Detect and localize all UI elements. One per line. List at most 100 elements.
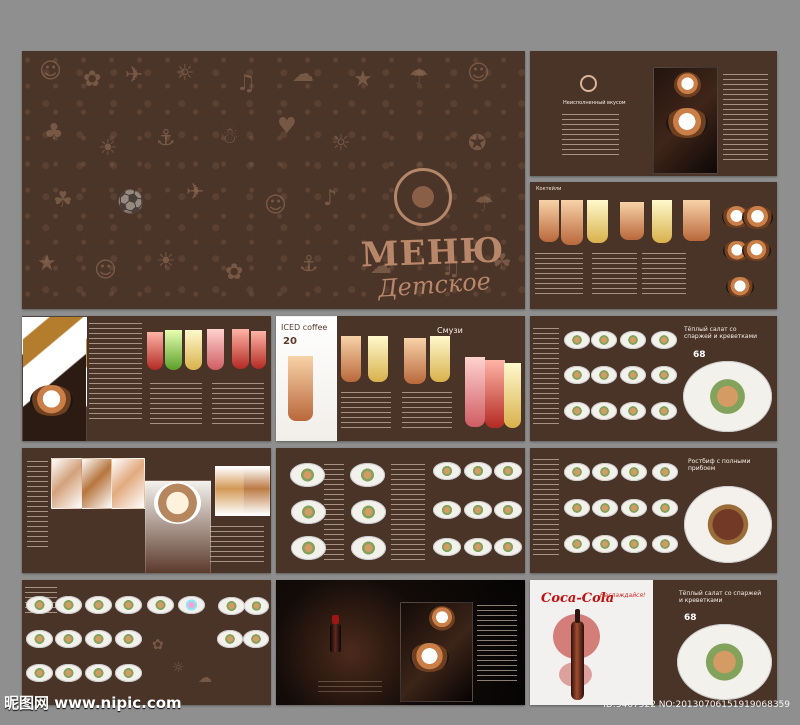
tea-photo [22,316,87,441]
drink-list-left [535,253,583,297]
macaron-plate [178,596,205,614]
cream-drink-photo [652,200,672,243]
burger-photo [215,466,244,516]
salad-plate [591,331,617,349]
dessert-plate [218,597,245,615]
sandwich-list-right [210,526,264,562]
cocktail-photo [251,331,266,369]
cocktail-photo [207,329,224,370]
dessert-plate [243,630,269,648]
meat-plate [564,499,590,517]
soup-plate [290,463,325,487]
tea-juice-spread [22,316,271,441]
dessert-plate [26,630,53,648]
meat-plate [652,535,678,553]
sandwich-list-left [27,461,48,551]
meat-plate [652,499,678,517]
sandwich-photo [81,458,113,509]
espresso-cup-photo [429,606,455,631]
coffee-cup-photo [726,277,754,297]
watermark-id: ID:5467522 NO:20130706151919068359 [603,700,790,710]
doodle-icon: ♣ [44,120,64,145]
salad-spread: Тёплый салат со спаржей и креветками 68 [530,316,777,441]
coffee-cup-photo [666,108,708,138]
meat-plate [564,463,590,481]
doodle-icon: ☀ [156,249,176,274]
doodle-icon: ✿ [225,260,244,285]
dessert-plate [85,596,112,614]
doodle-icon: ☼ [172,660,185,676]
meat-plate [592,463,618,481]
doodle-icon: ♥ [277,114,297,139]
salad-heading: Тёплый салат со спаржей и креветками [684,326,757,340]
pasta-plate [433,462,461,480]
featured-salad-photo [683,361,772,432]
dessert-plate [244,597,269,615]
doodle-icon: ☺ [94,258,117,283]
doodle-icon: ☂ [474,192,494,217]
doodle-icon: ♪ [323,186,338,211]
doodle-icon: ☁ [198,670,212,686]
dark-coffee-caption [318,681,382,692]
pasta-plate [464,462,492,480]
milkshake-photo [430,336,450,382]
smoothie-heading: Смузи [437,326,463,335]
meat-plate [621,463,647,481]
salad-plate [564,331,590,349]
featured-roast-photo [684,486,772,563]
doodle-icon: ✿ [83,67,102,92]
final-salad-heading: Тёплый салат со спаржей и креветками [679,590,762,604]
cocktail-photo [232,329,249,369]
foam-drink-photo [620,202,644,240]
doodle-icon: ☂ [409,65,429,90]
dessert-spread: ✿ ☼ ☁ [22,580,271,705]
pasta-plate [494,538,522,556]
cocktail-list-right [212,383,264,428]
salad-plate [651,331,677,349]
doodle-icon: ☼ [331,131,351,156]
doodle-icon: ✈ [186,180,205,205]
cocktail-photo [147,332,163,370]
salad-plate [620,366,646,384]
doodle-icon: ☁ [292,62,314,87]
dessert-plate [26,664,53,682]
doodle-icon: ⚽ [117,190,145,215]
tea-price-list [89,323,142,419]
coffee-price-list [477,605,517,685]
cover-logo [394,168,452,226]
cappuccino-cup [154,482,201,524]
dessert-plate [115,630,142,648]
pasta-plate [494,462,522,480]
pasta-plate [494,501,522,519]
coffee-price-list [723,74,768,160]
doodle-icon: ⚓ [299,252,319,277]
dessert-plate [115,664,142,682]
bottle-cap-photo [332,615,339,624]
coffee-description [562,114,619,159]
dessert-plate [85,630,112,648]
cocktail-photo [185,330,202,370]
doodle-icon: ☺ [264,193,287,218]
coca-cola-bottle-photo [571,609,584,700]
iced-coffee-price: 20 [283,336,297,347]
sandwich-photo [111,458,145,509]
dessert-plate [217,630,243,648]
doodle-icon: ⚓ [156,126,176,151]
salad-plate [591,366,617,384]
dessert-plate [147,596,174,614]
smoothie-photo [504,363,521,428]
cover-spread: ☺ ✿ ✈ ☼ ♫ ☁ ★ ☂ ☺ ♣ ☀ ⚓ ☃ ♥ ☼ ✪ ☘ ⚽ ✈ ☺ … [22,51,525,309]
doodle-icon: ★ [37,251,57,276]
espresso-cup-photo [674,72,701,98]
salad-plate [591,402,617,420]
coffee-logo [580,75,597,92]
soup-list [324,464,344,560]
dessert-plate [351,500,386,524]
doodle-icon: ✪ [468,131,487,156]
cocktail-list-left [150,383,202,428]
latte-photo [539,200,559,242]
doodle-icon: ☀ [98,136,118,161]
tea-drink-photo [683,200,710,241]
doodle-icon: ☼ [175,61,195,86]
dessert-plate [55,596,82,614]
